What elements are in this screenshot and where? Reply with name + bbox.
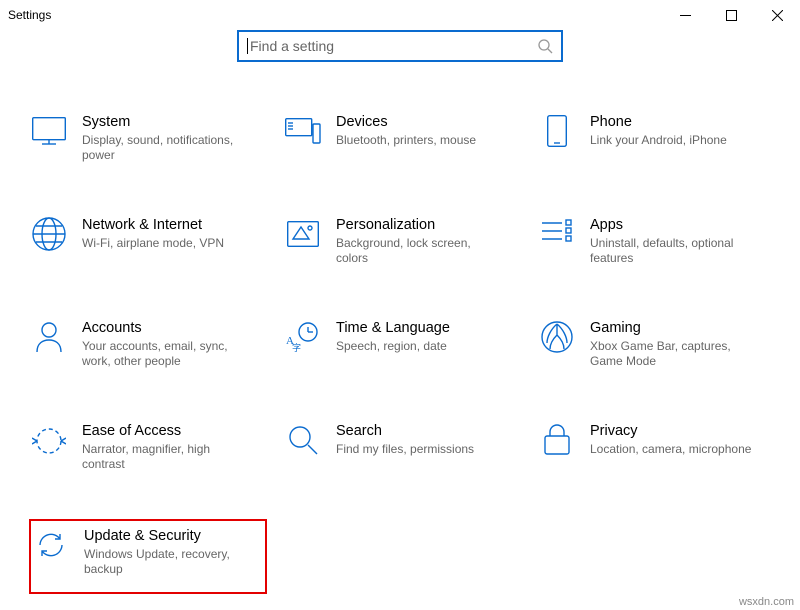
tile-desc: Windows Update, recovery, backup — [84, 547, 254, 577]
minimize-button[interactable] — [662, 0, 708, 30]
titlebar: Settings — [0, 0, 800, 30]
close-button[interactable] — [754, 0, 800, 30]
tile-search[interactable]: Search Find my files, permissions — [284, 417, 520, 476]
search-placeholder: Find a setting — [250, 38, 537, 54]
tile-desc: Find my files, permissions — [336, 442, 474, 457]
tile-desc: Uninstall, defaults, optional features — [590, 236, 760, 266]
tile-phone[interactable]: Phone Link your Android, iPhone — [538, 108, 774, 167]
ease-icon — [30, 421, 68, 459]
tile-privacy[interactable]: Privacy Location, camera, microphone — [538, 417, 774, 476]
tile-apps[interactable]: Apps Uninstall, defaults, optional featu… — [538, 211, 774, 270]
tile-personalize[interactable]: Personalization Background, lock screen,… — [284, 211, 520, 270]
apps-icon — [538, 215, 576, 253]
tile-title: Personalization — [336, 215, 506, 235]
search-tile-icon — [284, 421, 322, 459]
system-icon — [30, 112, 68, 150]
tile-desc: Link your Android, iPhone — [590, 133, 727, 148]
tile-network[interactable]: Network & Internet Wi-Fi, airplane mode,… — [30, 211, 266, 270]
phone-icon — [538, 112, 576, 150]
personalize-icon — [284, 215, 322, 253]
tile-title: Gaming — [590, 318, 760, 338]
tile-devices[interactable]: Devices Bluetooth, printers, mouse — [284, 108, 520, 167]
network-icon — [30, 215, 68, 253]
tile-desc: Bluetooth, printers, mouse — [336, 133, 476, 148]
tile-system[interactable]: System Display, sound, notifications, po… — [30, 108, 266, 167]
tile-title: System — [82, 112, 252, 132]
tile-desc: Location, camera, microphone — [590, 442, 751, 457]
text-cursor — [247, 38, 248, 54]
tile-desc: Wi-Fi, airplane mode, VPN — [82, 236, 224, 251]
devices-icon — [284, 112, 322, 150]
tile-title: Phone — [590, 112, 727, 132]
tile-desc: Background, lock screen, colors — [336, 236, 506, 266]
tile-title: Devices — [336, 112, 476, 132]
tile-time[interactable]: A字 Time & Language Speech, region, date — [284, 314, 520, 373]
tile-ease[interactable]: Ease of Access Narrator, magnifier, high… — [30, 417, 266, 476]
search-icon — [537, 38, 553, 54]
tile-title: Accounts — [82, 318, 252, 338]
gaming-icon — [538, 318, 576, 356]
tile-desc: Your accounts, email, sync, work, other … — [82, 339, 252, 369]
tile-update[interactable]: Update & Security Windows Update, recove… — [30, 520, 266, 593]
tile-title: Search — [336, 421, 474, 441]
tile-gaming[interactable]: Gaming Xbox Game Bar, captures, Game Mod… — [538, 314, 774, 373]
accounts-icon — [30, 318, 68, 356]
tile-title: Network & Internet — [82, 215, 224, 235]
tile-desc: Speech, region, date — [336, 339, 450, 354]
search-input[interactable]: Find a setting — [237, 30, 563, 62]
tile-title: Ease of Access — [82, 421, 252, 441]
update-icon — [32, 526, 70, 564]
tile-desc: Display, sound, notifications, power — [82, 133, 252, 163]
tile-desc: Narrator, magnifier, high contrast — [82, 442, 252, 472]
tile-accounts[interactable]: Accounts Your accounts, email, sync, wor… — [30, 314, 266, 373]
watermark: wsxdn.com — [739, 596, 794, 608]
maximize-button[interactable] — [708, 0, 754, 30]
settings-grid: System Display, sound, notifications, po… — [0, 108, 800, 593]
tile-desc: Xbox Game Bar, captures, Game Mode — [590, 339, 760, 369]
tile-title: Update & Security — [84, 526, 254, 546]
tile-title: Apps — [590, 215, 760, 235]
search-row: Find a setting — [0, 30, 800, 62]
svg-text:字: 字 — [292, 342, 301, 352]
window-controls — [662, 0, 800, 30]
window-title: Settings — [8, 8, 51, 22]
tile-title: Time & Language — [336, 318, 450, 338]
privacy-icon — [538, 421, 576, 459]
tile-title: Privacy — [590, 421, 751, 441]
time-icon: A字 — [284, 318, 322, 356]
